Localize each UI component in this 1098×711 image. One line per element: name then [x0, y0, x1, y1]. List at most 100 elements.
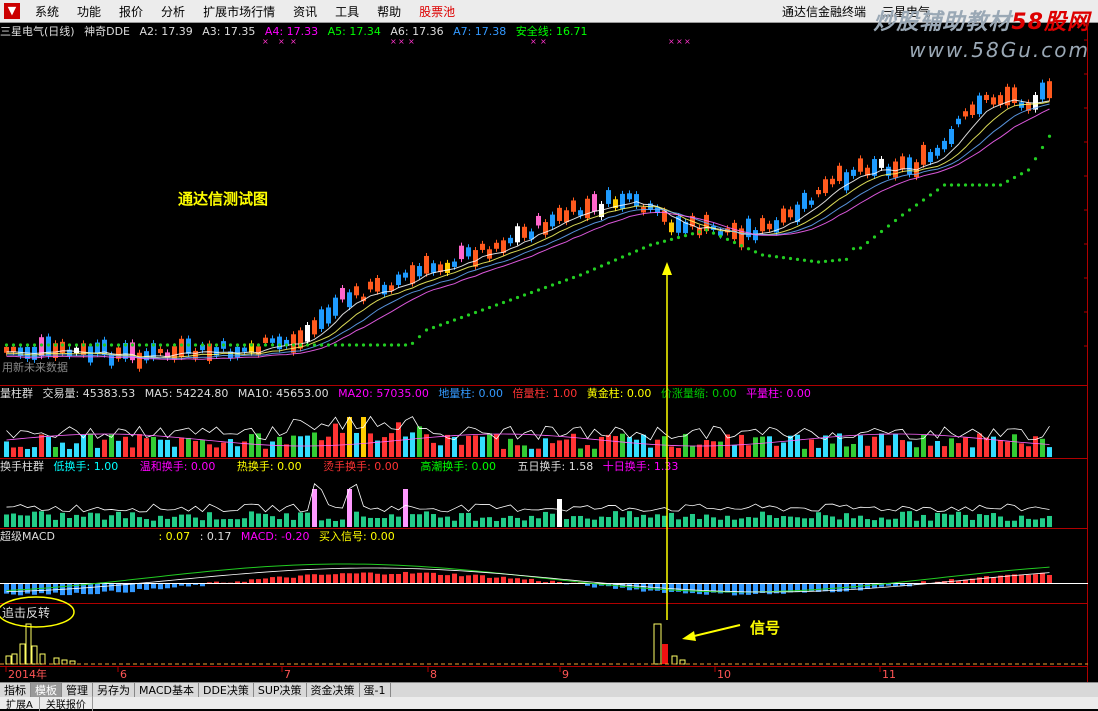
macd-bar	[508, 579, 513, 583]
safe-line-dot	[341, 343, 344, 346]
macd-bar	[438, 575, 443, 583]
volume-bar	[256, 433, 261, 457]
candle-body	[620, 194, 625, 209]
macd-bar	[347, 573, 352, 583]
volume-bar	[480, 437, 485, 457]
turnover-bar	[172, 517, 177, 527]
turnover-bar	[382, 518, 387, 527]
turnover-bar	[515, 518, 520, 527]
volume-bar	[669, 447, 674, 457]
candle-body	[445, 263, 450, 273]
candle-body	[585, 199, 590, 218]
turnover-bar	[711, 517, 716, 527]
volume-bar	[844, 446, 849, 457]
turnover-bar	[879, 518, 884, 527]
safe-line-dot	[33, 343, 36, 346]
volume-bar	[907, 441, 912, 457]
turnover-bar	[438, 518, 443, 527]
turnover-bar	[508, 516, 513, 527]
volume-bar	[123, 437, 128, 457]
tab-sup-decision[interactable]: SUP决策	[254, 683, 307, 698]
macd-bar	[284, 577, 289, 583]
macd-bar	[732, 584, 737, 595]
reversal-panel-name[interactable]: 追击反转	[2, 604, 50, 621]
candle-body	[809, 201, 814, 205]
safe-line-dot	[887, 224, 890, 227]
candle-body	[900, 156, 905, 169]
turnover-bar	[837, 519, 842, 527]
macd-bar	[242, 582, 247, 583]
tab-egg-1[interactable]: 蛋-1	[360, 683, 391, 698]
turnover-bar	[739, 518, 744, 527]
candle-body	[921, 145, 926, 165]
tab-save-as[interactable]: 另存为	[93, 683, 135, 698]
status-related-quote[interactable]: 关联报价	[40, 696, 93, 711]
turnover-bar	[32, 512, 37, 527]
safe-line-dot	[222, 343, 225, 346]
turnover-bar	[1005, 521, 1010, 527]
volume-bar	[963, 438, 968, 457]
turnover-bar	[221, 519, 226, 527]
safe-line-dot	[999, 183, 1002, 186]
turnover-bar	[718, 520, 723, 527]
safe-line-dot	[229, 343, 232, 346]
safe-line-dot	[362, 343, 365, 346]
ma-line	[7, 104, 1050, 359]
candle-body	[242, 348, 247, 352]
volume-bar	[522, 445, 527, 457]
safe-line-dot	[432, 326, 435, 329]
safe-line-dot	[943, 183, 946, 186]
safe-line-dot	[670, 238, 673, 241]
macd-bar	[4, 584, 9, 594]
safe-line-dot	[768, 254, 771, 257]
turnover-line	[7, 484, 1050, 512]
safe-line-dot	[124, 343, 127, 346]
candle-body	[88, 346, 93, 362]
macd-bar	[921, 581, 926, 583]
safe-line-dot	[628, 252, 631, 255]
safe-line-dot	[411, 342, 414, 345]
volume-bar	[361, 417, 366, 457]
turnover-bar	[529, 516, 534, 527]
turnover-bar	[942, 514, 947, 527]
safe-line-dot	[551, 283, 554, 286]
safe-line-dot	[96, 343, 99, 346]
safe-line-dot	[215, 343, 218, 346]
turnover-bar	[683, 517, 688, 527]
reversal-bar	[654, 624, 661, 664]
candle-body	[403, 273, 408, 278]
turnover-bar	[984, 515, 989, 527]
safe-line-dot	[47, 343, 50, 346]
macd-bar	[424, 573, 429, 583]
safe-line-dot	[642, 246, 645, 249]
safe-line-dot	[1034, 157, 1037, 160]
safe-line-dot	[61, 343, 64, 346]
safe-line-dot	[110, 343, 113, 346]
tab-fund-decision[interactable]: 资金决策	[307, 683, 360, 698]
turnover-bar	[60, 513, 65, 527]
safe-line-dot	[292, 343, 295, 346]
candle-body	[375, 278, 380, 292]
tab-macd-basic[interactable]: MACD基本	[135, 683, 199, 698]
turnover-bar	[200, 520, 205, 527]
macd-bar	[529, 579, 534, 583]
turnover-bar	[823, 515, 828, 527]
overlay-title: 通达信测试图	[178, 188, 268, 209]
volume-bar	[634, 440, 639, 457]
candle-body	[830, 179, 835, 184]
safe-line-dot	[453, 318, 456, 321]
ma-line	[7, 102, 1050, 358]
tab-dde-decision[interactable]: DDE决策	[199, 683, 254, 698]
macd-bar	[697, 584, 702, 594]
safe-line-dot	[1041, 146, 1044, 149]
safe-line-dot	[299, 343, 302, 346]
macd-bar	[893, 584, 898, 586]
turnover-bar	[88, 513, 93, 527]
status-ext[interactable]: 扩展A	[0, 696, 40, 711]
macd-bar	[109, 584, 114, 591]
volume-bar	[585, 445, 590, 457]
candle-body	[928, 152, 933, 162]
safe-line-dot	[586, 270, 589, 273]
candle-body	[592, 194, 597, 211]
macd-bar	[326, 575, 331, 583]
